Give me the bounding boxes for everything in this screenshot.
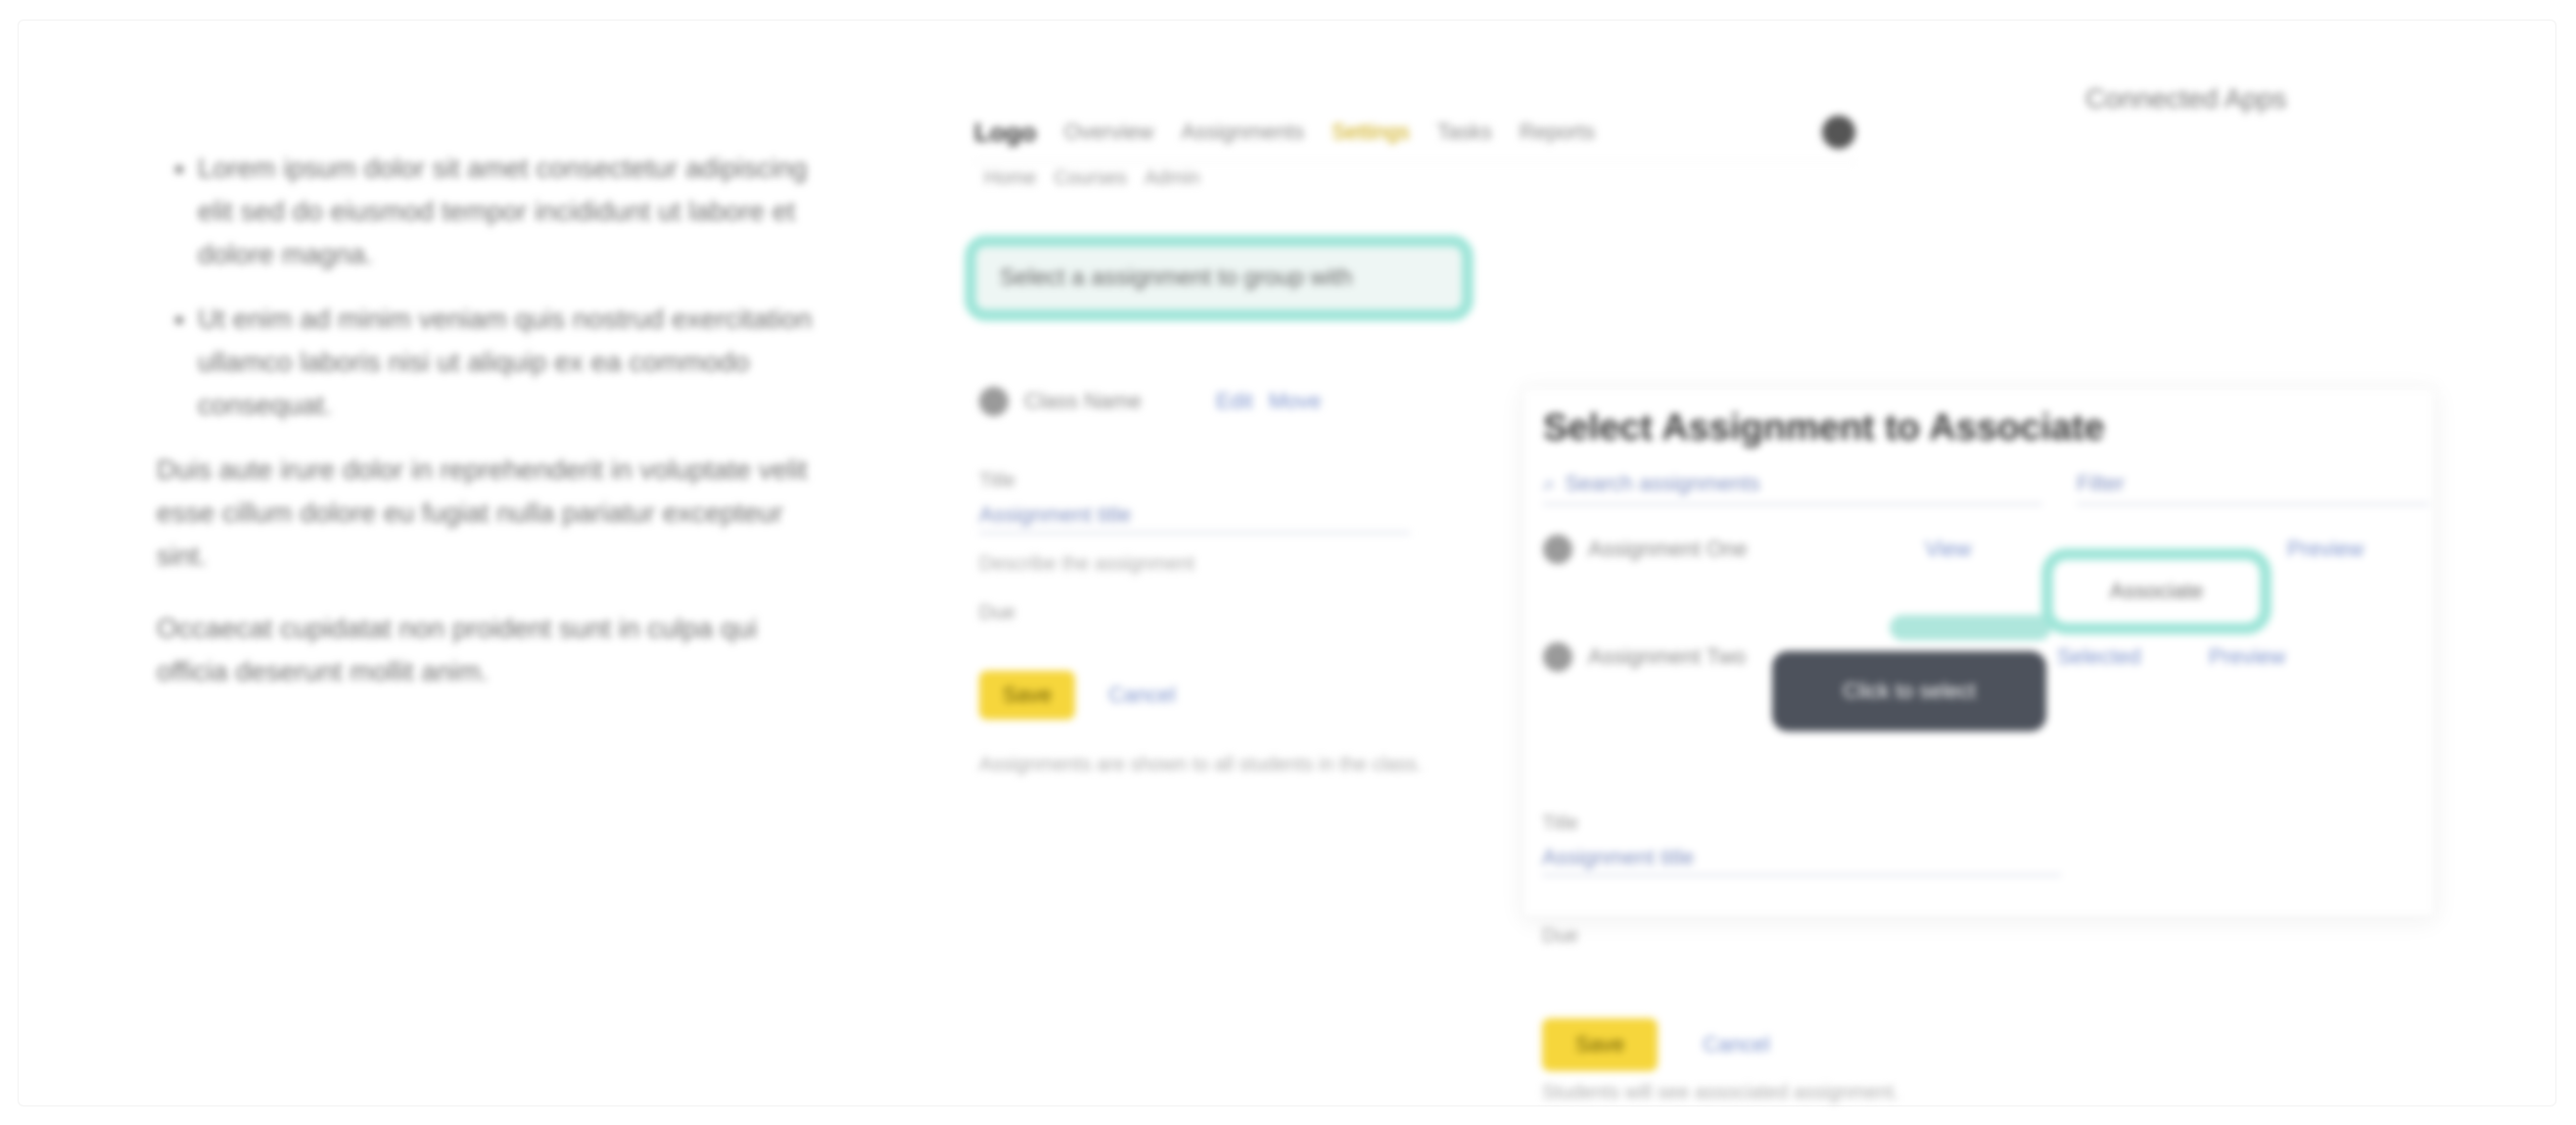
helper-text: Describe the assignment — [979, 553, 1195, 575]
modal-title-field: Title Assignment title — [1542, 813, 2061, 876]
top-right-label: Connected Apps — [2085, 83, 2287, 114]
due-label: Due — [979, 602, 1015, 624]
row-action-link[interactable]: Preview — [2287, 537, 2364, 562]
paragraph: Duis aute irure dolor in reprehenderit i… — [157, 454, 808, 571]
row-link[interactable]: Move — [1269, 389, 1322, 414]
row-action-link[interactable]: Preview — [2209, 644, 2285, 670]
avatar[interactable] — [1822, 116, 1855, 149]
save-button[interactable]: Save — [979, 671, 1076, 720]
bullet-list: Lorem ipsum dolor sit amet consectetur a… — [147, 147, 813, 427]
nav-link[interactable]: Overview — [1064, 119, 1154, 145]
row-action-link[interactable]: View — [1925, 537, 1971, 562]
highlighted-select-input[interactable]: Select a assignment to group with — [964, 235, 1474, 321]
title-input[interactable]: Assignment title — [979, 502, 1410, 534]
modal-cancel-button[interactable]: Cancel — [1697, 1031, 1775, 1058]
nav-link-active[interactable]: Settings — [1332, 119, 1410, 145]
modal-title: Select Assignment to Associate — [1543, 407, 2105, 448]
avatar — [979, 387, 1008, 416]
nav-link[interactable]: Assignments — [1181, 119, 1304, 145]
button-row: Save Cancel — [979, 671, 1182, 720]
row-link[interactable]: Edit — [1216, 389, 1253, 414]
associate-label: Associate — [2109, 579, 2204, 603]
prose-column: Lorem ipsum dolor sit amet consectetur a… — [147, 147, 813, 723]
breadcrumb-item[interactable]: Admin — [1145, 167, 1200, 190]
search-input[interactable]: ⌕ Search assignments — [1543, 464, 2042, 505]
app-header: Logo Overview Assignments Settings Tasks… — [974, 103, 1855, 163]
nav-link[interactable]: Reports — [1520, 119, 1595, 145]
class-name: Class Name — [1024, 389, 1142, 413]
nav-link[interactable]: Tasks — [1437, 119, 1492, 145]
cancel-button[interactable]: Cancel — [1102, 681, 1181, 709]
modal-button-row: Save Cancel — [1542, 1018, 1776, 1071]
avatar — [1543, 535, 1572, 564]
modal-footer-note: Students will see associated assignment. — [1542, 1082, 1899, 1103]
breadcrumb-item[interactable]: Courses — [1054, 167, 1126, 190]
highlight-stripe — [1890, 615, 2051, 640]
search-icon: ⌕ — [1543, 471, 1556, 495]
breadcrumb: Home Courses Admin — [984, 167, 1200, 190]
field-label: Title — [1542, 813, 1579, 834]
assignment-name: Assignment Two — [1588, 644, 1747, 669]
modal-save-button[interactable]: Save — [1542, 1018, 1659, 1071]
footer-note: Assignments are shown to all students in… — [979, 754, 1423, 775]
title-field: Title Assignment title — [979, 470, 1410, 534]
search-placeholder: Search assignments — [1565, 471, 1760, 495]
modal-due-label: Due — [1542, 925, 1578, 947]
avatar — [1543, 642, 1572, 672]
filter-label: Filter — [2077, 471, 2125, 495]
tooltip-text: Click to select — [1843, 679, 1976, 703]
app-logo: Logo — [974, 117, 1037, 147]
highlighted-associate-button[interactable]: Associate — [2041, 548, 2272, 634]
breadcrumb-item[interactable]: Home — [984, 167, 1036, 190]
assignment-name: Assignment One — [1588, 537, 1748, 561]
tooltip: Click to select — [1772, 651, 2046, 731]
highlighted-input-text: Select a assignment to group with — [1000, 264, 1353, 291]
bullet-item: Lorem ipsum dolor sit amet consectetur a… — [198, 147, 813, 276]
bullet-item: Ut enim ad minim veniam quis nostrud exe… — [198, 298, 813, 427]
paragraph: Occaecat cupidatat non proident sunt in … — [157, 613, 758, 686]
row-action-link[interactable]: Selected — [2057, 644, 2141, 670]
modal-title-input[interactable]: Assignment title — [1542, 845, 2061, 876]
field-label: Title — [979, 470, 1016, 492]
filter-input[interactable]: Filter — [2077, 464, 2429, 505]
